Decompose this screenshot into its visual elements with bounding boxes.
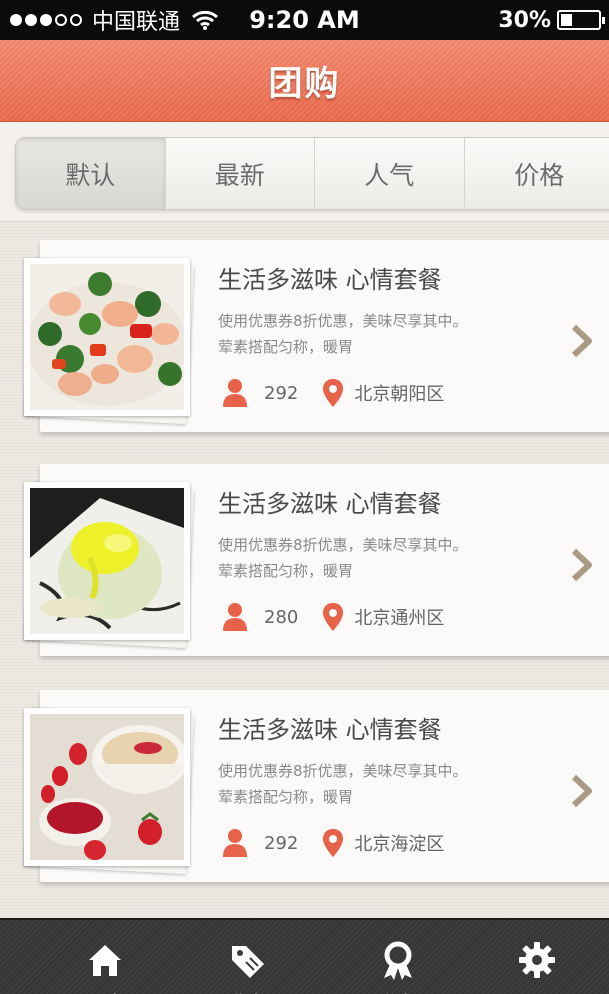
tabbar-item-coupons[interactable]: 优惠 xyxy=(172,920,324,994)
app-header: 团购 xyxy=(0,40,609,122)
participant-count: 280 xyxy=(264,606,299,628)
battery-indicator: 30% xyxy=(498,7,605,33)
filter-tabs: 默认 最新 人气 价格 xyxy=(15,137,609,210)
tabbar-item-share[interactable]: 分享 xyxy=(322,920,474,994)
tabbar-label: 优惠 xyxy=(172,988,324,994)
deal-location: 北京海淀区 xyxy=(354,834,445,855)
strawberry-porridge-photo xyxy=(30,714,188,860)
location-pin-icon xyxy=(323,603,344,631)
person-icon xyxy=(223,379,247,407)
person-icon xyxy=(223,829,247,857)
ice-cream-photo xyxy=(30,488,184,634)
status-bar: 中国联通 9:20 AM 30% xyxy=(0,0,609,40)
filter-tabs-area: 默认 最新 人气 价格 xyxy=(0,122,609,222)
participant-count: 292 xyxy=(264,832,299,854)
tabbar-label: 分享 xyxy=(322,988,474,994)
page-title: 团购 xyxy=(268,64,341,104)
tabbar-item-settings[interactable]: 设置 xyxy=(461,920,609,994)
home-icon xyxy=(89,945,121,976)
bottom-tab-bar: 团购 优惠 分享 设置 xyxy=(0,918,609,994)
deal-title: 生活多滋味 心情套餐 xyxy=(218,490,442,518)
deal-card[interactable]: 生活多滋味 心情套餐 使用优惠券8折优惠，美味尽享其中。 荤素搭配匀称，暖胃 2… xyxy=(23,690,609,882)
shrimp-broccoli-photo xyxy=(27,264,187,410)
chevron-right-icon[interactable] xyxy=(571,548,593,582)
award-icon xyxy=(384,941,412,980)
deal-location: 北京通州区 xyxy=(354,608,445,629)
deal-meta: 292 北京朝阳区 xyxy=(222,378,444,408)
deal-title: 生活多滋味 心情套餐 xyxy=(218,716,442,744)
chevron-right-icon[interactable] xyxy=(571,324,593,358)
tag-icon xyxy=(232,946,264,978)
deal-title: 生活多滋味 心情套餐 xyxy=(218,266,442,294)
location-pin-icon xyxy=(323,829,344,857)
tab-popularity[interactable]: 人气 xyxy=(315,138,465,209)
deal-photo-frame xyxy=(23,481,195,649)
person-icon xyxy=(223,603,247,631)
deal-description: 使用优惠券8折优惠，美味尽享其中。 荤素搭配匀称，暖胃 xyxy=(218,762,468,806)
gear-icon xyxy=(519,942,555,978)
tabbar-label: 团购 xyxy=(29,988,181,994)
deal-list: 生活多滋味 心情套餐 使用优惠券8折优惠，美味尽享其中。 荤素搭配匀称，暖胃 2… xyxy=(0,222,609,918)
deal-meta: 280 北京通州区 xyxy=(222,602,444,632)
chevron-right-icon[interactable] xyxy=(571,774,593,808)
battery-icon xyxy=(557,10,605,30)
deal-photo-frame xyxy=(23,257,195,425)
deal-card[interactable]: 生活多滋味 心情套餐 使用优惠券8折优惠，美味尽享其中。 荤素搭配匀称，暖胃 2… xyxy=(23,464,609,656)
tab-default[interactable]: 默认 xyxy=(16,138,166,209)
deal-description: 使用优惠券8折优惠，美味尽享其中。 荤素搭配匀称，暖胃 xyxy=(218,312,468,356)
tab-price[interactable]: 价格 xyxy=(465,138,609,209)
tabbar-item-groupbuy[interactable]: 团购 xyxy=(29,920,181,994)
deal-location: 北京朝阳区 xyxy=(354,384,445,405)
location-pin-icon xyxy=(323,379,344,407)
deal-description: 使用优惠券8折优惠，美味尽享其中。 荤素搭配匀称，暖胃 xyxy=(218,536,468,580)
deal-photo-frame xyxy=(23,707,195,875)
tab-newest[interactable]: 最新 xyxy=(166,138,315,209)
deal-meta: 292 北京海淀区 xyxy=(222,828,444,858)
tabbar-label: 设置 xyxy=(461,988,609,994)
deal-card[interactable]: 生活多滋味 心情套餐 使用优惠券8折优惠，美味尽享其中。 荤素搭配匀称，暖胃 2… xyxy=(23,240,609,432)
participant-count: 292 xyxy=(264,382,299,404)
battery-percent: 30% xyxy=(498,7,551,33)
